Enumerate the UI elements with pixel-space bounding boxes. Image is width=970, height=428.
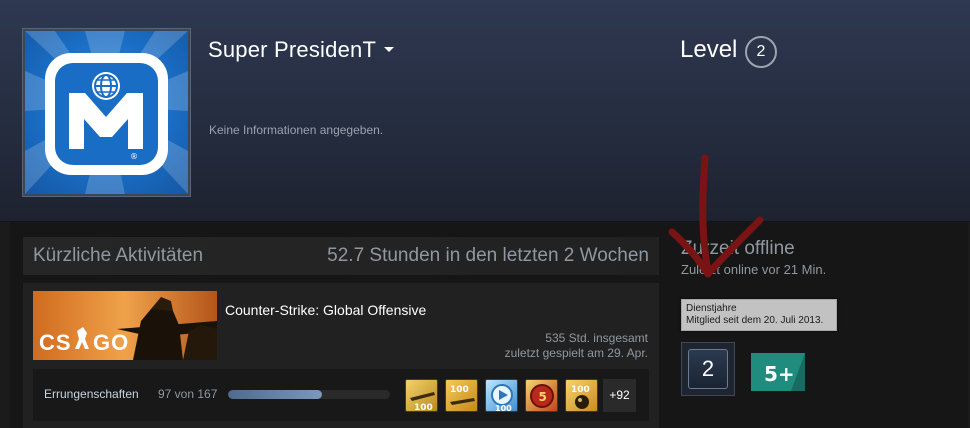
achievement-label: 100	[450, 385, 469, 395]
online-status-subtitle: Zuletzt online vor 21 Min.	[681, 262, 827, 277]
game-capsule-image[interactable]: CS GO	[33, 291, 217, 360]
achievements-count: 97 von 167	[158, 387, 218, 401]
profile-header: ® Super PresidenT Keine Informationen an…	[0, 0, 970, 222]
achievements-label[interactable]: Errungenschaften	[44, 387, 139, 401]
recent-activity-title[interactable]: Kürzliche Aktivitäten	[33, 245, 203, 267]
achievement-label: 100	[495, 404, 512, 412]
years-of-service-badge[interactable]: 2	[681, 342, 735, 396]
svg-text:GO: GO	[93, 330, 129, 355]
recent-activity-header: Kürzliche Aktivitäten 52.7 Stunden in de…	[23, 237, 659, 275]
svg-text:®: ®	[130, 152, 138, 161]
five-plus-badge-icon: 5+	[751, 353, 805, 391]
achievement-100-weapon-icon[interactable]: 100	[445, 379, 478, 412]
five-plus-label: 5+	[764, 362, 795, 386]
years-of-service-value: 2	[688, 349, 728, 389]
avatar-image: ®	[25, 31, 188, 194]
level-badge[interactable]: 2	[745, 36, 777, 68]
achievements-more-button[interactable]: +92	[603, 379, 636, 412]
five-plus-badge[interactable]: 5+	[751, 353, 805, 391]
achievement-100-blue-icon[interactable]: 100	[485, 379, 518, 412]
avatar[interactable]: ®	[22, 28, 191, 197]
recent-activity-hours: 52.7 Stunden in den letzten 2 Wochen	[327, 245, 649, 266]
badge-tooltip: Dienstjahre Mitglied seit dem 20. Juli 2…	[681, 299, 837, 331]
tooltip-title: Dienstjahre	[686, 303, 737, 314]
mensa-logo-icon: ®	[25, 31, 188, 194]
online-status-title: Zurzeit offline	[681, 238, 795, 259]
persona-name-text: Super PresidenT	[208, 37, 377, 62]
achievement-label: 100	[414, 403, 433, 412]
game-last-played: zuletzt gespielt am 29. Apr.	[504, 346, 648, 360]
achievement-label: 100	[571, 385, 590, 395]
profile-summary: Keine Informationen angegeben.	[209, 123, 384, 137]
persona-name[interactable]: Super PresidenT	[208, 37, 395, 63]
level-label: Level	[680, 36, 738, 63]
tooltip-text: Mitglied seit dem 20. Juli 2013.	[686, 315, 824, 326]
achievement-5-red-icon[interactable]: 5	[525, 379, 558, 412]
achievements-progress-fill	[228, 390, 322, 399]
game-panel: CS GO Counter-Strike: Global Offensive 5…	[23, 283, 659, 428]
game-total-hours: 535 Std. insgesamt	[545, 331, 648, 345]
csgo-capsule-art: CS GO	[33, 291, 217, 360]
game-name-link[interactable]: Counter-Strike: Global Offensive	[225, 302, 426, 318]
achievement-label: 5	[539, 390, 547, 404]
achievements-row: Errungenschaften 97 von 167 100 100 100 …	[33, 369, 649, 421]
achievement-100-bomb-icon[interactable]: 100	[565, 379, 598, 412]
svg-text:CS: CS	[39, 330, 72, 355]
chevron-down-icon[interactable]	[384, 46, 395, 52]
achievements-progress-bar	[228, 390, 390, 399]
achievement-100-rifle-icon[interactable]: 100	[405, 379, 438, 412]
